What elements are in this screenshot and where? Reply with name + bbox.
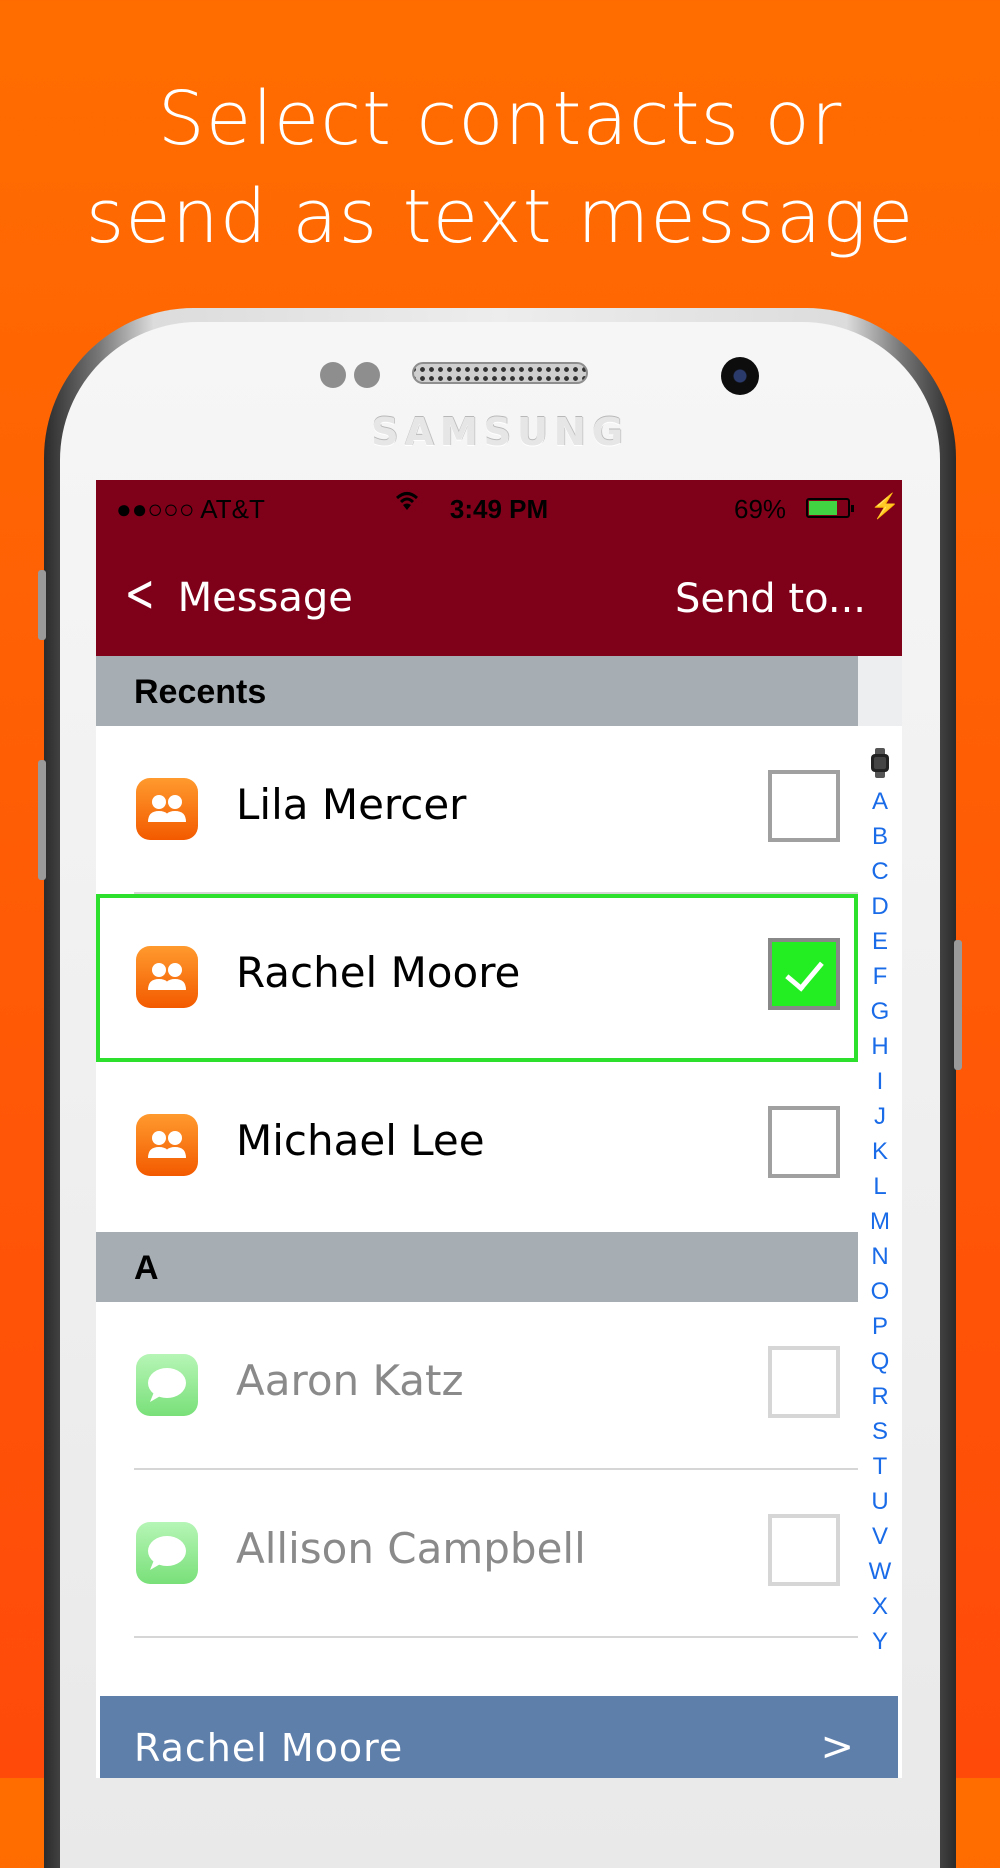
index-letter-o[interactable]: O [858, 1274, 902, 1309]
messages-icon [136, 1522, 198, 1584]
contact-row-lila-mercer[interactable]: Lila Mercer [96, 726, 858, 894]
battery-percent: 69% [734, 494, 787, 524]
contact-checkbox[interactable] [768, 1514, 840, 1586]
phone-brand-logo: SAMSUNG [371, 410, 629, 454]
contact-app-icon [136, 778, 198, 840]
index-letter-x[interactable]: X [858, 1589, 902, 1624]
contact-name: Allison Campbell [236, 1524, 586, 1573]
phone-side-button-lower [38, 760, 46, 880]
selected-contact-name: Rachel Moore [134, 1726, 404, 1770]
index-letter-b[interactable]: B [858, 819, 902, 854]
messages-icon [136, 1354, 198, 1416]
charging-bolt-icon: ⚡ [870, 493, 900, 520]
row-divider [134, 1636, 858, 1638]
headline-line-1: Select contacts or [157, 76, 843, 162]
index-letter-e[interactable]: E [858, 924, 902, 959]
index-letter-y[interactable]: Y [858, 1624, 902, 1659]
contact-checkbox-checked[interactable] [768, 938, 840, 1010]
index-letter-k[interactable]: K [858, 1134, 902, 1169]
nav-title: Send to... [674, 576, 866, 622]
phone-power-button [954, 940, 962, 1070]
contact-name: Aaron Katz [236, 1356, 464, 1405]
index-letter-s[interactable]: S [858, 1414, 902, 1449]
index-letter-m[interactable]: M [858, 1204, 902, 1239]
chevron-left-icon: < [124, 564, 156, 624]
index-letter-p[interactable]: P [858, 1309, 902, 1344]
phone-screen: ●●○○○ AT&T 3:49 PM 69% ⚡ < Message Send t… [96, 480, 902, 1778]
phone-side-button-upper [38, 570, 46, 640]
contact-row-michael-lee[interactable]: Michael Lee [96, 1062, 858, 1240]
alphabet-index[interactable]: ABCDEFGHIJKLMNOPQRSTUVWXY [858, 656, 902, 1696]
index-header-strip [858, 656, 902, 726]
proximity-sensor-1 [320, 362, 346, 388]
headline: Select contacts or send as text message [0, 70, 1000, 266]
earpiece-speaker [412, 362, 588, 384]
index-letter-q[interactable]: Q [858, 1344, 902, 1379]
contact-row-aaron-katz[interactable]: Aaron Katz [96, 1302, 858, 1470]
index-letter-d[interactable]: D [858, 889, 902, 924]
section-header-label: A [134, 1249, 159, 1287]
contact-name: Michael Lee [236, 1116, 485, 1165]
index-letter-i[interactable]: I [858, 1064, 902, 1099]
index-letter-a[interactable]: A [858, 784, 902, 819]
index-letter-c[interactable]: C [858, 854, 902, 889]
contact-name: Rachel Moore [236, 948, 521, 997]
contact-checkbox[interactable] [768, 770, 840, 842]
index-letter-v[interactable]: V [858, 1519, 902, 1554]
index-letter-j[interactable]: J [858, 1099, 902, 1134]
selected-contacts-bar[interactable]: Rachel Moore > [100, 1696, 898, 1778]
index-letter-r[interactable]: R [858, 1379, 902, 1414]
contact-app-icon [136, 946, 198, 1008]
contact-name: Lila Mercer [236, 780, 467, 829]
back-button[interactable]: < Message [118, 566, 353, 623]
index-letter-l[interactable]: L [858, 1169, 902, 1204]
contact-checkbox[interactable] [768, 1106, 840, 1178]
index-letter-f[interactable]: F [858, 959, 902, 994]
contact-app-icon [136, 1114, 198, 1176]
contact-row-rachel-moore[interactable]: Rachel Moore [96, 894, 858, 1062]
navigation-bar: < Message Send to... [96, 536, 902, 656]
front-camera [721, 357, 759, 395]
back-button-label: Message [177, 575, 353, 621]
apple-watch-icon [870, 748, 890, 778]
section-header-label: Recents [134, 673, 267, 711]
battery-icon [806, 498, 854, 518]
index-letter-h[interactable]: H [858, 1029, 902, 1064]
section-header-a: A [96, 1232, 858, 1302]
chevron-right-icon: > [820, 1724, 854, 1770]
index-letter-u[interactable]: U [858, 1484, 902, 1519]
index-letter-g[interactable]: G [858, 994, 902, 1029]
contact-checkbox[interactable] [768, 1346, 840, 1418]
headline-line-2: send as text message [85, 174, 915, 260]
index-letters: ABCDEFGHIJKLMNOPQRSTUVWXY [858, 784, 902, 1659]
proximity-sensor-2 [354, 362, 380, 388]
index-letter-t[interactable]: T [858, 1449, 902, 1484]
battery-fill [809, 501, 837, 515]
index-letter-n[interactable]: N [858, 1239, 902, 1274]
section-header-recents: Recents [96, 656, 858, 726]
contact-row-allison-campbell[interactable]: Allison Campbell [96, 1470, 858, 1638]
index-letter-w[interactable]: W [858, 1554, 902, 1589]
status-bar: ●●○○○ AT&T 3:49 PM 69% ⚡ [96, 480, 902, 536]
